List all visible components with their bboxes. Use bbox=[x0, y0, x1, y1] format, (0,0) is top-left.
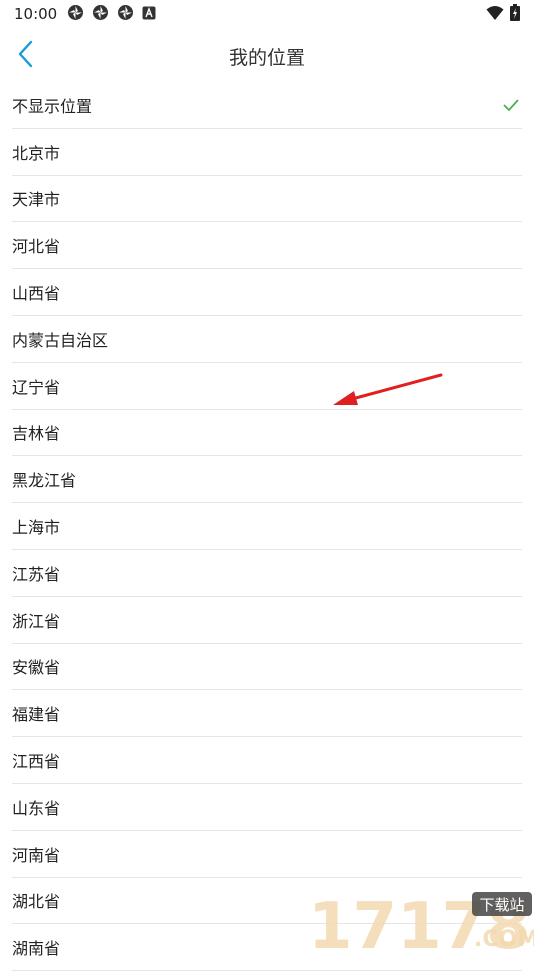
location-item-label: 不显示位置 bbox=[12, 96, 93, 116]
app-icon bbox=[93, 5, 108, 20]
location-item[interactable]: 辽宁省 bbox=[12, 363, 522, 410]
location-item[interactable]: 河北省 bbox=[12, 222, 522, 270]
location-item-label: 天津市 bbox=[12, 190, 61, 210]
location-item[interactable]: 黑龙江省 bbox=[12, 456, 522, 504]
location-item[interactable]: 山东省 bbox=[12, 784, 522, 831]
location-item-label: 山东省 bbox=[12, 798, 61, 818]
location-item[interactable]: 吉林省 bbox=[12, 410, 522, 457]
location-item[interactable]: 内蒙古自治区 bbox=[12, 316, 522, 363]
location-item-label: 湖北省 bbox=[12, 892, 61, 912]
location-item[interactable]: 浙江省 bbox=[12, 597, 522, 644]
header: 我的位置 bbox=[0, 28, 534, 83]
location-item-label: 山西省 bbox=[12, 284, 61, 304]
location-item[interactable]: 江西省 bbox=[12, 737, 522, 784]
location-item-label: 浙江省 bbox=[12, 611, 61, 631]
location-item[interactable]: 湖北省 bbox=[12, 878, 522, 925]
location-item-label: 黑龙江省 bbox=[12, 471, 77, 491]
location-item-label: 北京市 bbox=[12, 143, 61, 163]
checkmark-icon bbox=[503, 99, 519, 112]
status-bar: 10:00 bbox=[0, 0, 534, 28]
wifi-icon bbox=[486, 5, 504, 20]
location-item-label: 吉林省 bbox=[12, 424, 61, 444]
location-item[interactable]: 河南省 bbox=[12, 831, 522, 878]
location-item-label: 上海市 bbox=[12, 518, 61, 538]
location-item-label: 河北省 bbox=[12, 237, 61, 257]
location-item[interactable]: 上海市 bbox=[12, 503, 522, 550]
location-item[interactable]: 山西省 bbox=[12, 269, 522, 316]
location-item[interactable]: 天津市 bbox=[12, 176, 522, 223]
notification-a-icon bbox=[142, 6, 156, 19]
location-list: 不显示位置北京市天津市河北省山西省内蒙古自治区 辽宁省吉林省黑龙江省上海市江苏省浙… bbox=[0, 82, 534, 971]
location-item-label: 湖南省 bbox=[12, 939, 61, 959]
location-item[interactable]: 福建省 bbox=[12, 690, 522, 738]
location-item-label: 江苏省 bbox=[12, 564, 61, 584]
location-item-label: 安徽省 bbox=[12, 658, 61, 678]
location-item-label: 辽宁省 bbox=[12, 377, 61, 397]
status-time: 10:00 bbox=[14, 5, 58, 23]
location-item-label: 福建省 bbox=[12, 705, 61, 725]
battery-icon bbox=[510, 4, 520, 21]
location-item-label: 内蒙古自治区 bbox=[12, 330, 109, 350]
location-item-label: 河南省 bbox=[12, 845, 61, 865]
location-item[interactable]: 不显示位置 bbox=[12, 82, 522, 129]
location-item-label: 江西省 bbox=[12, 752, 61, 772]
status-left-icons bbox=[67, 4, 156, 21]
app-icon bbox=[68, 5, 83, 20]
location-item[interactable]: 安徽省 bbox=[12, 644, 522, 691]
location-item[interactable]: 北京市 bbox=[12, 129, 522, 176]
app-icon bbox=[118, 5, 133, 20]
location-item[interactable]: 江苏省 bbox=[12, 550, 522, 597]
page-title: 我的位置 bbox=[228, 47, 305, 69]
status-right-icons bbox=[486, 4, 520, 21]
location-item[interactable]: 湖南省 bbox=[12, 924, 522, 971]
